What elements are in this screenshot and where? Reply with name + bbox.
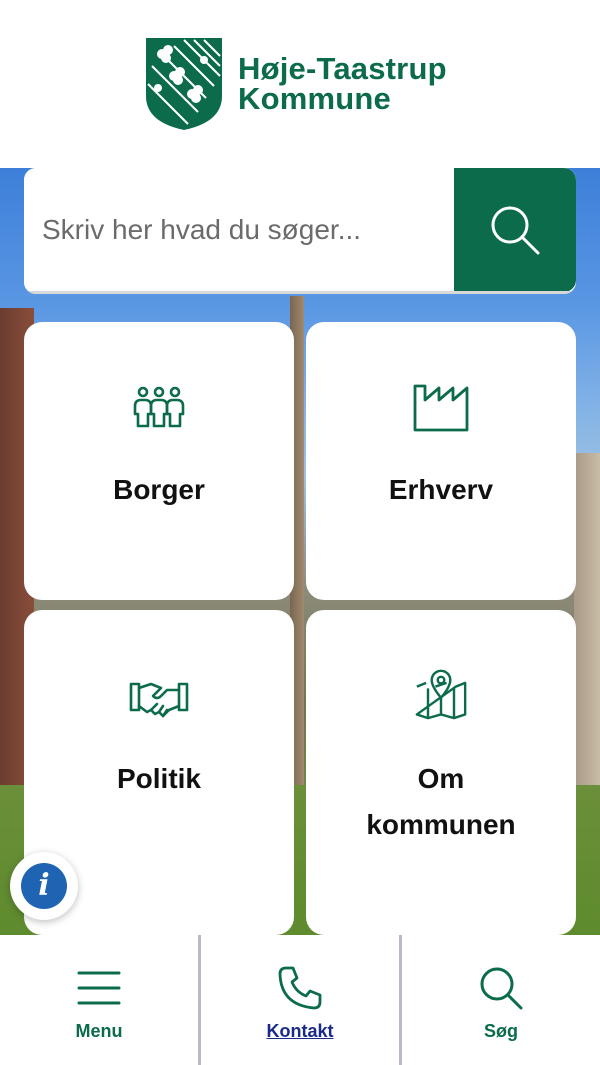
tile-label-line-2: kommunen: [366, 809, 516, 840]
nav-label-menu: Menu: [75, 1021, 123, 1041]
search-bar: [24, 168, 576, 294]
nav-label-sog: Søg: [484, 1021, 518, 1041]
info-icon: i: [21, 863, 67, 909]
map-pin-icon: [415, 669, 467, 720]
tile-borger[interactable]: Borger: [24, 322, 294, 600]
tile-label: Erhverv: [388, 474, 494, 505]
nav-menu[interactable]: Menu: [0, 935, 198, 1065]
hamburger-menu-icon: [77, 971, 121, 1005]
search-icon: [491, 206, 540, 255]
bottom-navigation: Menu Kontakt Søg: [0, 935, 600, 1065]
tile-label: Borger: [113, 474, 205, 505]
handshake-icon: [129, 682, 189, 718]
tile-label-line-1: Om: [417, 763, 465, 794]
tile-erhverv[interactable]: Erhverv: [306, 322, 576, 600]
shield-crest-icon: [146, 38, 222, 130]
logo-text: Høje-Taastrup Kommune: [238, 51, 447, 116]
logo-line-2: Kommune: [238, 81, 391, 116]
info-button[interactable]: i: [10, 852, 78, 920]
search-underline: [24, 291, 576, 294]
people-icon: [133, 386, 185, 428]
nav-label-kontakt: Kontakt: [266, 1021, 334, 1041]
search-button[interactable]: [454, 168, 576, 292]
factory-icon: [413, 384, 469, 432]
search-icon: [480, 967, 523, 1010]
site-header: Høje-Taastrup Kommune: [0, 0, 600, 168]
phone-icon: [278, 966, 322, 1010]
nav-sog[interactable]: Søg: [399, 935, 600, 1065]
logo-line-1: Høje-Taastrup: [238, 51, 447, 86]
tile-om-kommunen[interactable]: Om kommunen: [306, 610, 576, 935]
search-input[interactable]: [24, 168, 454, 292]
nav-kontakt[interactable]: Kontakt: [198, 935, 399, 1065]
site-logo[interactable]: Høje-Taastrup Kommune: [144, 36, 447, 132]
tile-label: Politik: [116, 763, 201, 794]
